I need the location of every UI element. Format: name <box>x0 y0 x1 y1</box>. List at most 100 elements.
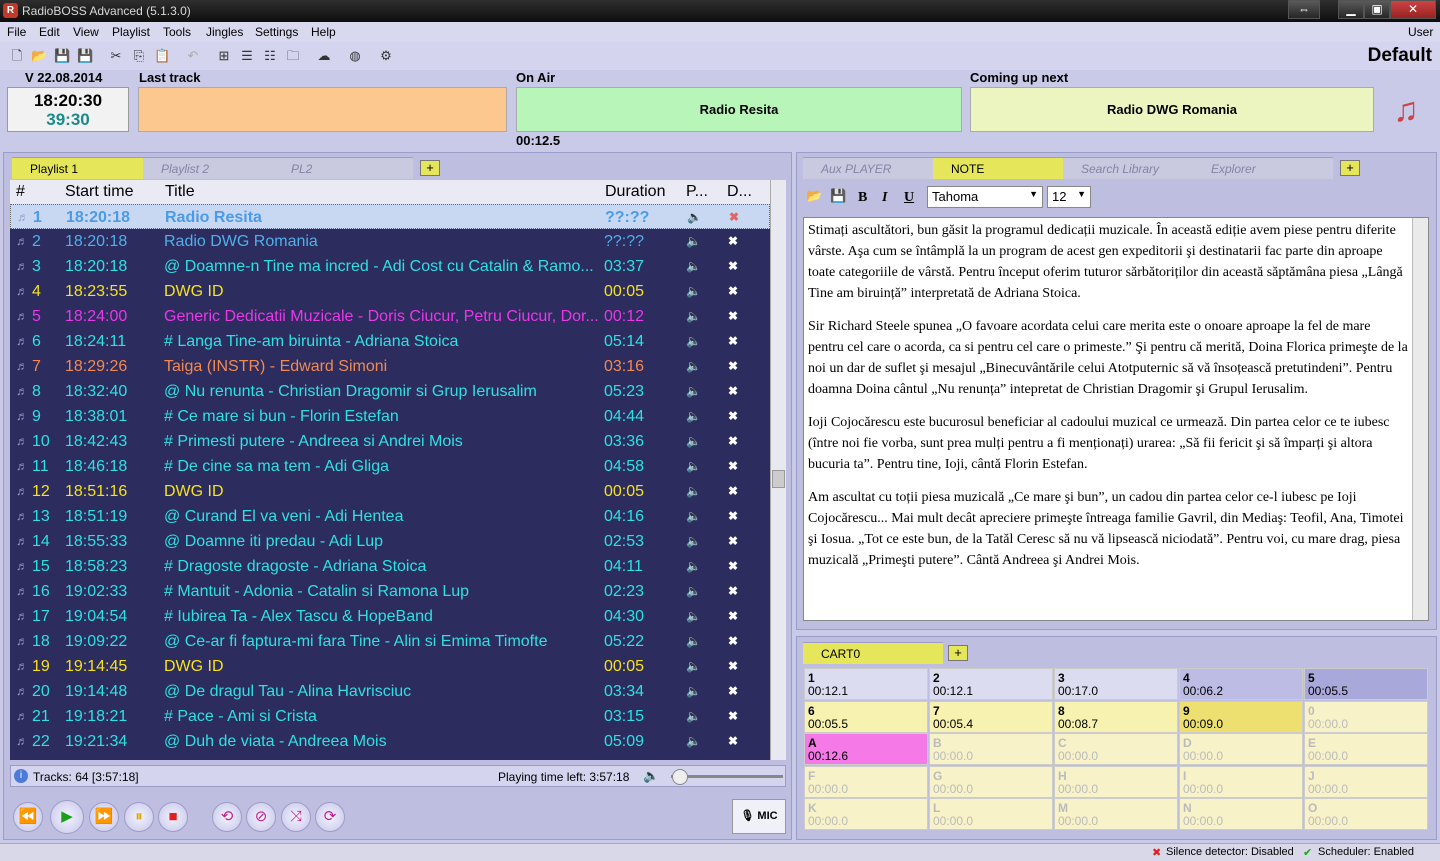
table-row[interactable]: ♬ 3 18:20:18 @ Doamne-n Tine ma incred - Ad… <box>10 254 770 279</box>
disable-button[interactable]: ⊘ <box>246 802 276 832</box>
cart-cell[interactable]: A 00:12.6 <box>804 733 928 765</box>
speaker-icon[interactable]: 🔈 <box>686 454 701 479</box>
menu-settings[interactable]: Settings <box>255 25 298 39</box>
new-icon[interactable]: 🗋 <box>9 48 25 64</box>
list-icon[interactable]: ☰ <box>239 48 255 64</box>
globe-icon[interactable]: ◍ <box>347 48 363 64</box>
font-select[interactable]: Tahoma ▼ <box>927 186 1043 208</box>
scheduler-status[interactable]: Scheduler: Enabled <box>1318 846 1414 858</box>
table-row[interactable]: ♬ 14 18:55:33 @ Doamne iti predau - Adi Lup… <box>10 529 770 554</box>
save-note-icon[interactable]: 💾 <box>830 188 850 208</box>
table-row[interactable]: ♬ 20 19:14:48 @ De dragul Tau - Alina Havri… <box>10 679 770 704</box>
speaker-icon[interactable]: 🔈 <box>686 379 701 404</box>
table-row[interactable]: ♬ 18 19:09:22 @ Ce-ar fi faptura-mi fara Ti… <box>10 629 770 654</box>
paste-icon[interactable]: 📋 <box>154 48 170 64</box>
delete-icon[interactable]: ✖ <box>728 454 738 479</box>
speaker-icon[interactable]: 🔈 <box>686 529 701 554</box>
delete-icon[interactable]: ✖ <box>728 479 738 504</box>
table-row[interactable]: ♬ 12 18:51:16 DWG ID 00:05 🔈 ✖ <box>10 479 770 504</box>
delete-icon[interactable]: ✖ <box>728 629 738 654</box>
speaker-icon[interactable]: 🔈 <box>686 654 701 679</box>
delete-icon[interactable]: ✖ <box>728 229 738 254</box>
save-icon[interactable]: 💾 <box>54 48 70 64</box>
menu-view[interactable]: View <box>73 25 99 39</box>
cut-icon[interactable]: ✂ <box>108 48 124 64</box>
delete-icon[interactable]: ✖ <box>728 379 738 404</box>
speaker-icon[interactable]: 🔈 <box>686 579 701 604</box>
speaker-icon[interactable]: 🔈 <box>686 254 701 279</box>
cart-cell[interactable]: 3 00:17.0 <box>1054 668 1178 700</box>
menu-jingles[interactable]: Jingles <box>206 25 243 39</box>
tab-note[interactable]: NOTE <box>933 157 1075 179</box>
cart-cell[interactable]: O 00:00.0 <box>1304 798 1428 830</box>
speaker-icon[interactable]: 🔈 <box>686 504 701 529</box>
cart-cell[interactable]: 4 00:06.2 <box>1179 668 1303 700</box>
delete-icon[interactable]: ✖ <box>728 529 738 554</box>
cart-cell[interactable]: 2 00:12.1 <box>929 668 1053 700</box>
delete-icon[interactable]: ✖ <box>728 279 738 304</box>
cart-cell[interactable]: G 00:00.0 <box>929 765 1053 798</box>
play-button[interactable]: ▶ <box>50 800 84 834</box>
volume-icon[interactable]: 🔈 <box>643 768 659 784</box>
cart-cell[interactable]: K 00:00.0 <box>804 798 928 830</box>
delete-icon[interactable]: ✖ <box>728 504 738 529</box>
cart-cell[interactable]: N 00:00.0 <box>1179 798 1303 830</box>
col-start[interactable]: Start time <box>65 180 133 204</box>
pause-button[interactable]: ⏸ <box>124 802 154 832</box>
close-button[interactable]: ✕ <box>1390 0 1436 19</box>
tab-explorer[interactable]: Explorer <box>1193 157 1333 179</box>
copy-icon[interactable]: ⎘ <box>131 48 147 64</box>
delete-icon[interactable]: ✖ <box>728 704 738 729</box>
speaker-icon[interactable]: 🔈 <box>686 554 701 579</box>
delete-icon[interactable]: ✖ <box>728 604 738 629</box>
repeat-track-button[interactable]: ⟲ <box>212 802 242 832</box>
menu-file[interactable]: File <box>7 25 26 39</box>
cart-cell[interactable]: 6 00:05.5 <box>804 700 928 733</box>
table-row[interactable]: ♬ 21 19:18:21 # Pace - Ami si Crista 03:15 🔈 ✖ <box>10 704 770 729</box>
speaker-icon[interactable]: 🔈 <box>686 429 701 454</box>
table-row[interactable]: ♬ 11 18:46:18 # De cine sa ma tem - Adi Gli… <box>10 454 770 479</box>
note-scrollbar[interactable] <box>1412 218 1428 620</box>
delete-icon[interactable]: ✖ <box>728 579 738 604</box>
menu-edit[interactable]: Edit <box>39 25 60 39</box>
delete-icon[interactable]: ✖ <box>728 254 738 279</box>
table-row[interactable]: ♬ 19 19:14:45 DWG ID 00:05 🔈 ✖ <box>10 654 770 679</box>
table-row[interactable]: ♬ 5 18:24:00 Generic Dedicatii Muzicale - D… <box>10 304 770 329</box>
restore-icon[interactable]: ⇔ <box>1288 0 1320 19</box>
speaker-icon[interactable]: 🔈 <box>686 729 701 754</box>
speaker-icon[interactable]: 🔈 <box>686 229 701 254</box>
note-editor[interactable]: Stimați ascultători, bun găsit la progra… <box>803 217 1429 621</box>
delete-icon[interactable]: ✖ <box>728 429 738 454</box>
open-icon[interactable]: 📂 <box>31 48 47 64</box>
menu-tools[interactable]: Tools <box>163 25 191 39</box>
col-num[interactable]: # <box>16 180 25 204</box>
delete-icon[interactable]: ✖ <box>728 729 738 754</box>
delete-icon[interactable]: ✖ <box>728 329 738 354</box>
stop-button[interactable]: ■ <box>158 802 188 832</box>
speaker-icon[interactable]: 🔈 <box>686 404 701 429</box>
speaker-icon[interactable]: 🔈 <box>686 279 701 304</box>
shuffle-button[interactable]: ⤨ <box>281 802 311 832</box>
folder-add-icon[interactable]: 🗀 <box>285 48 301 64</box>
table-row[interactable]: ♬ 22 19:21:34 @ Duh de viata - Andreea Mois… <box>10 729 770 754</box>
table-row[interactable]: ♬ 16 19:02:33 # Mantuit - Adonia - Catalin … <box>10 579 770 604</box>
font-size-select[interactable]: 12 ▼ <box>1047 186 1091 208</box>
tab-aux-player[interactable]: Aux PLAYER <box>803 157 943 179</box>
col-duration[interactable]: Duration <box>605 180 665 204</box>
table-row[interactable]: ♬ 13 18:51:19 @ Curand El va veni - Adi Hen… <box>10 504 770 529</box>
playlist-scrollbar[interactable] <box>770 180 786 760</box>
table-row[interactable]: ♬ 4 18:23:55 DWG ID 00:05 🔈 ✖ <box>10 279 770 304</box>
col-title[interactable]: Title <box>165 180 195 204</box>
mic-button[interactable]: 🎙 MIC <box>732 799 786 834</box>
cart-cell[interactable]: 9 00:09.0 <box>1179 700 1303 733</box>
forward-button[interactable]: ⏩ <box>89 802 119 832</box>
open-note-icon[interactable]: 📂 <box>806 188 826 208</box>
tab-playlist-2[interactable]: Playlist 2 <box>143 157 281 179</box>
delete-icon[interactable]: ✖ <box>728 404 738 429</box>
table-row[interactable]: ♬ 6 18:24:11 # Langa Tine-am biruinta - Adr… <box>10 329 770 354</box>
cart-cell[interactable]: 1 00:12.1 <box>804 668 928 700</box>
bold-icon[interactable]: B <box>858 190 867 206</box>
maximize-button[interactable]: ▣ <box>1364 0 1390 19</box>
speaker-icon[interactable]: 🔈 <box>686 679 701 704</box>
menu-help[interactable]: Help <box>311 25 336 39</box>
